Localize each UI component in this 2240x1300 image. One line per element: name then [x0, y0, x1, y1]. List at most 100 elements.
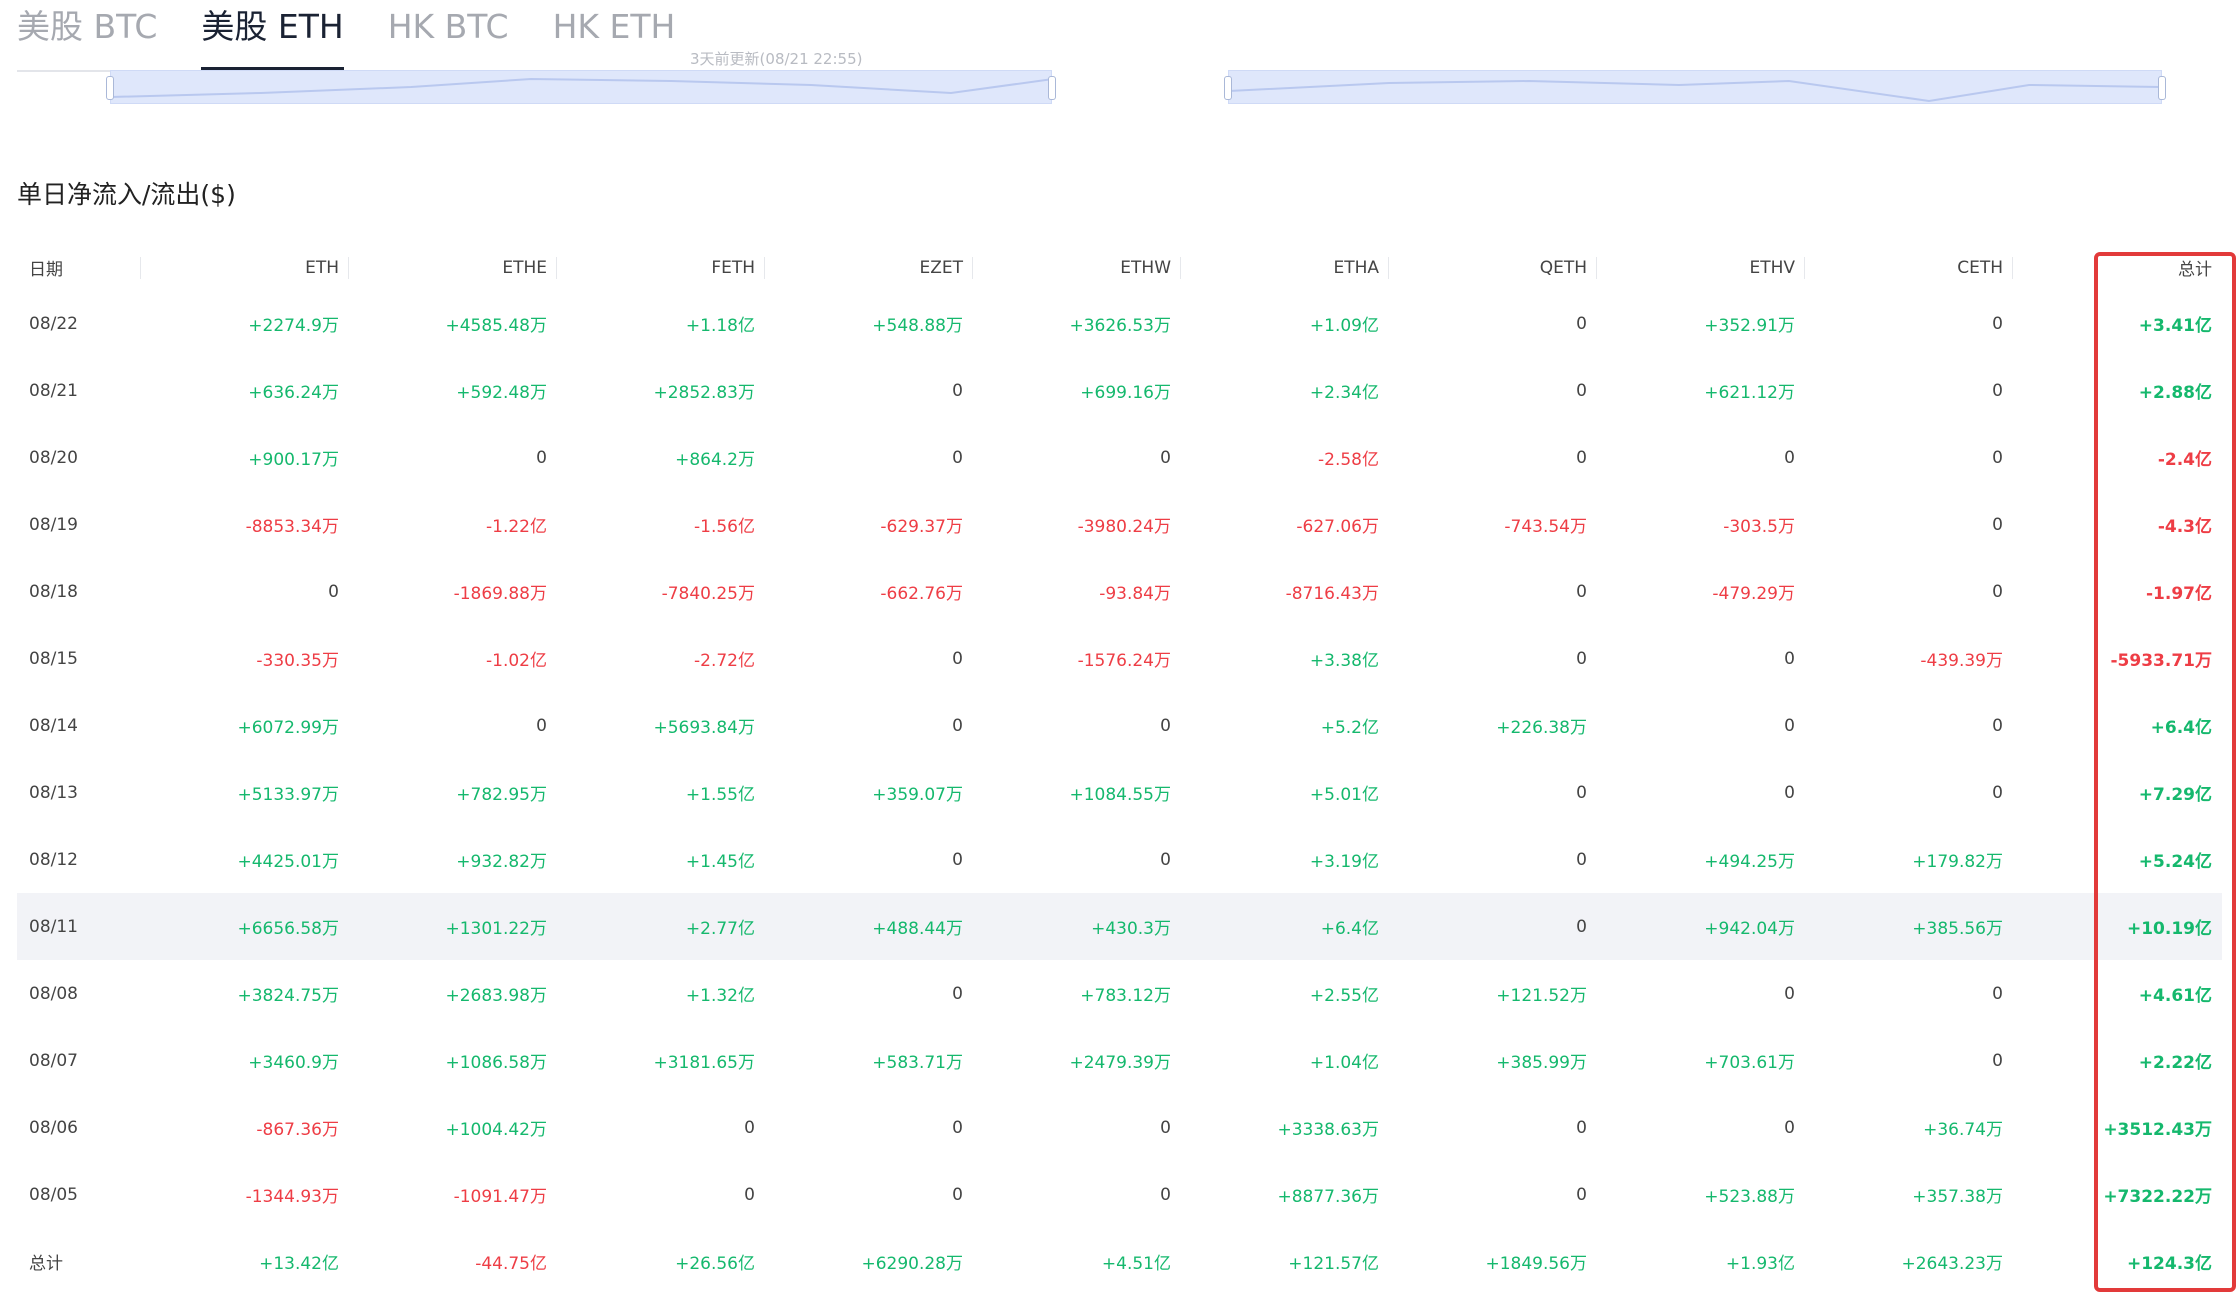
table-row[interactable]: 08/07 +3460.9万 +1086.58万 +3181.65万 +583.71万 +…: [17, 1027, 2222, 1094]
flow-cell: +8877.36万: [1277, 1187, 1379, 1207]
column-header-label: ETHE: [502, 257, 547, 278]
column-header-date: 日期: [17, 245, 141, 290]
table-row[interactable]: 08/21 +636.24万 +592.48万 +2852.83万 0 +699.16万 +…: [17, 357, 2222, 424]
flow-cell: +1.93亿: [1725, 1254, 1795, 1274]
flow-cell: +3338.63万: [1277, 1120, 1379, 1140]
flow-cell: -743.54万: [1504, 517, 1587, 537]
column-header-label: 日期: [29, 260, 63, 280]
flow-cell: 0: [1160, 849, 1171, 870]
date-cell: 08/14: [29, 715, 78, 736]
flow-cell: -627.06万: [1296, 517, 1379, 537]
date-cell: 08/06: [29, 1117, 78, 1138]
tab-us-btc[interactable]: 美股 BTC: [17, 0, 157, 54]
slider-handle-right[interactable]: [1048, 76, 1056, 100]
flow-cell: 0: [1784, 648, 1795, 669]
flow-cell: -8853.34万: [245, 517, 339, 537]
column-header-label: QETH: [1539, 257, 1587, 278]
table-row[interactable]: 08/13 +5133.97万 +782.95万 +1.55亿 +359.07万 +108…: [17, 759, 2222, 826]
date-cell: 08/19: [29, 514, 78, 535]
table-row[interactable]: 08/22 +2274.9万 +4585.48万 +1.18亿 +548.88万 +362…: [17, 290, 2222, 357]
column-header: ETHE: [349, 245, 557, 290]
flow-cell: +636.24万: [248, 383, 339, 403]
column-header-label: EZET: [919, 257, 963, 278]
table-row[interactable]: 08/20 +900.17万 0 +864.2万 0 0 -2.58亿 0 0 0 -2.4亿: [17, 424, 2222, 491]
flow-cell: 0: [952, 447, 963, 468]
flow-cell: -8716.43万: [1285, 584, 1379, 604]
flow-cell: 0: [1992, 715, 2003, 736]
total-cell: +10.19亿: [2013, 893, 2222, 960]
table-row[interactable]: 08/19 -8853.34万 -1.22亿 -1.56亿 -629.37万 -3980.…: [17, 491, 2222, 558]
flow-cell: 0: [1576, 648, 1587, 669]
flow-cell: 0: [1576, 782, 1587, 803]
flow-cell: +13.42亿: [259, 1254, 339, 1274]
table-row[interactable]: 08/11 +6656.58万 +1301.22万 +2.77亿 +488.44万 +43…: [17, 893, 2222, 960]
table-row[interactable]: 08/14 +6072.99万 0 +5693.84万 0 0 +5.2亿 +226.38万 0…: [17, 692, 2222, 759]
column-header: EZET: [765, 245, 973, 290]
flow-cell: +699.16万: [1080, 383, 1171, 403]
flow-cell: 0: [1992, 514, 2003, 535]
flow-cell: -1869.88万: [453, 584, 547, 604]
table-row[interactable]: 08/18 0 -1869.88万 -7840.25万 -662.76万 -93.84万 -…: [17, 558, 2222, 625]
flow-cell: +1849.56万: [1485, 1254, 1587, 1274]
flow-cell: 0: [952, 1184, 963, 1205]
range-slider-right[interactable]: [1224, 70, 2166, 104]
date-cell: 08/13: [29, 782, 78, 803]
table-row[interactable]: 08/12 +4425.01万 +932.82万 +1.45亿 0 0 +3.19亿 0 +49…: [17, 826, 2222, 893]
flow-cell: +2.34亿: [1309, 383, 1379, 403]
total-cell: -5933.71万: [2110, 651, 2213, 671]
flow-cell: +430.3万: [973, 893, 1181, 960]
table-row[interactable]: 08/06 -867.36万 +1004.42万 0 0 0 +3338.63万 0 0 +36.…: [17, 1094, 2222, 1161]
tab-hk-btc[interactable]: HK BTC: [388, 0, 509, 54]
flow-cell: -93.84万: [1099, 584, 1171, 604]
table-row[interactable]: 08/05 -1344.93万 -1091.47万 0 0 0 +8877.36万 0 +523…: [17, 1161, 2222, 1228]
column-header-label: ETHV: [1749, 257, 1795, 278]
etf-flow-table: 日期 ETH ETHE FETH EZET ETHW ETHA QETH ETHV CETH 总计 …: [17, 245, 2222, 1295]
column-header-label: ETHW: [1120, 257, 1171, 278]
flow-cell: 0: [1160, 447, 1171, 468]
column-header: 总计: [2013, 245, 2222, 290]
total-cell: -2.4亿: [2157, 450, 2212, 470]
total-cell: +3512.43万: [2103, 1120, 2212, 1140]
table-total-row[interactable]: 总计 +13.42亿 -44.75亿 +26.56亿 +6290.28万 +4.51亿 +1…: [17, 1228, 2222, 1295]
slider-handle-left[interactable]: [1224, 76, 1232, 100]
slider-handle-left[interactable]: [106, 76, 114, 100]
flow-cell: 0: [1784, 715, 1795, 736]
table-row[interactable]: 08/08 +3824.75万 +2683.98万 +1.32亿 0 +783.12万 +2…: [17, 960, 2222, 1027]
flow-cell: +3626.53万: [1069, 316, 1171, 336]
total-cell: +6.4亿: [2150, 718, 2212, 738]
flow-cell: 0: [1992, 447, 2003, 468]
flow-cell: -1091.47万: [453, 1187, 547, 1207]
table-body: 08/22 +2274.9万 +4585.48万 +1.18亿 +548.88万 +362…: [17, 290, 2222, 1295]
flow-cell: 0: [1389, 893, 1597, 960]
flow-cell: +179.82万: [1912, 852, 2003, 872]
flow-cell: +592.48万: [456, 383, 547, 403]
tab-hk-eth[interactable]: HK ETH: [553, 0, 676, 54]
table-header-row: 日期 ETH ETHE FETH EZET ETHW ETHA QETH ETHV CETH 总计: [17, 245, 2222, 290]
slider-handle-right[interactable]: [2158, 76, 2166, 100]
flow-cell: +1.45亿: [685, 852, 755, 872]
flow-cell: -479.29万: [1712, 584, 1795, 604]
section-title: 单日净流入/流出($): [17, 180, 236, 209]
range-slider-left[interactable]: [106, 70, 1056, 104]
table-row[interactable]: 08/15 -330.35万 -1.02亿 -2.72亿 0 -1576.24万 +3.38…: [17, 625, 2222, 692]
flow-cell: +4425.01万: [237, 852, 339, 872]
flow-cell: -7840.25万: [661, 584, 755, 604]
flow-cell: 0: [1576, 313, 1587, 334]
flow-cell: 0: [952, 715, 963, 736]
flow-cell: 0: [1576, 581, 1587, 602]
flow-cell: 0: [744, 1184, 755, 1205]
flow-cell: 0: [1992, 983, 2003, 1004]
flow-cell: +385.99万: [1496, 1053, 1587, 1073]
flow-cell: -2.72亿: [694, 651, 755, 671]
flow-cell: -662.76万: [880, 584, 963, 604]
flow-cell: +2479.39万: [1069, 1053, 1171, 1073]
flow-cell: +6072.99万: [237, 718, 339, 738]
flow-cell: +3.19亿: [1309, 852, 1379, 872]
flow-cell: +385.56万: [1805, 893, 2013, 960]
slider-preview-sparkline: [1229, 79, 2163, 103]
flow-cell: +5.2亿: [1320, 718, 1379, 738]
tab-us-eth[interactable]: 美股 ETH: [201, 0, 344, 70]
flow-cell: 0: [1992, 782, 2003, 803]
flow-cell: +5693.84万: [653, 718, 755, 738]
flow-cell: +494.25万: [1704, 852, 1795, 872]
